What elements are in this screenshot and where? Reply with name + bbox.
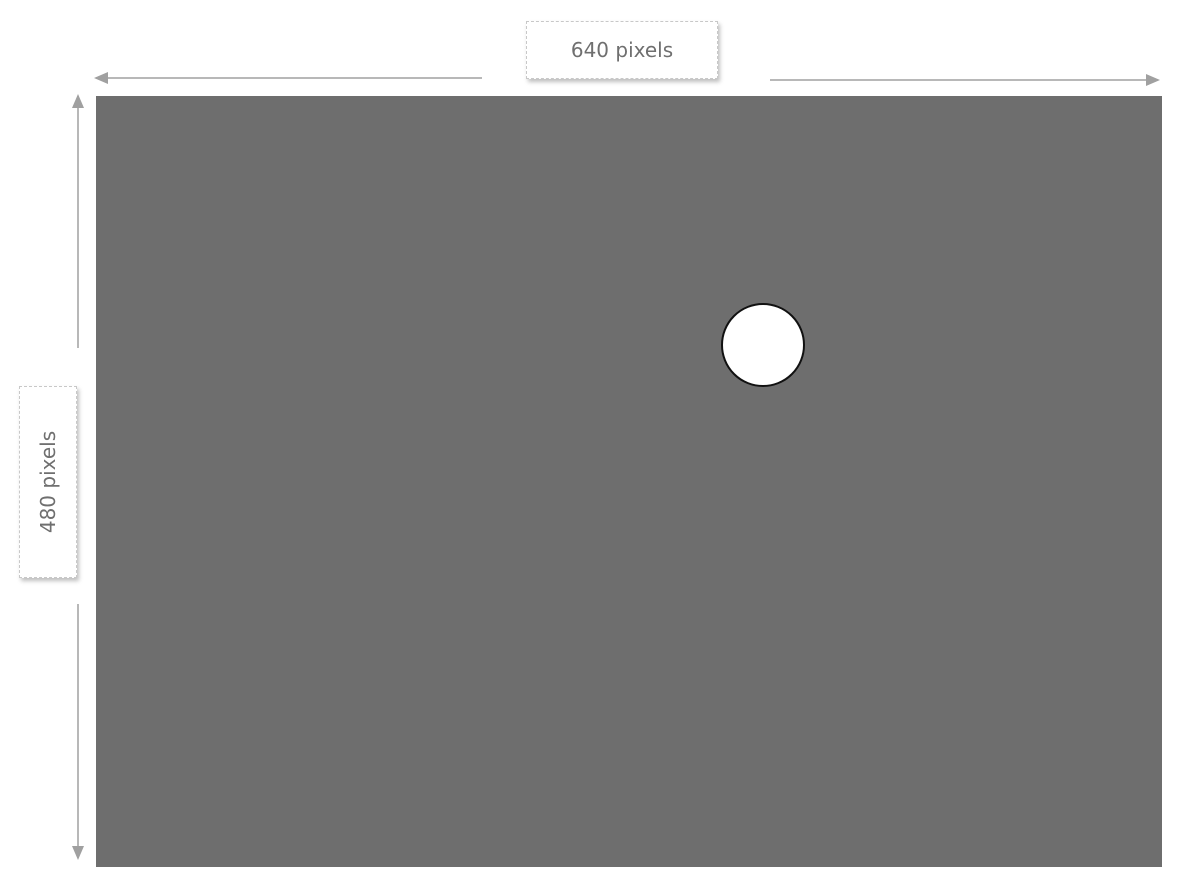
height-label: 480 pixels — [19, 386, 77, 578]
frame-diagram — [72, 72, 1162, 867]
width-label-text: 640 pixels — [570, 38, 674, 62]
width-label: 640 pixels — [526, 21, 718, 79]
target-dot — [721, 303, 805, 387]
image-canvas — [96, 96, 1162, 867]
height-label-text: 480 pixels — [36, 430, 61, 534]
